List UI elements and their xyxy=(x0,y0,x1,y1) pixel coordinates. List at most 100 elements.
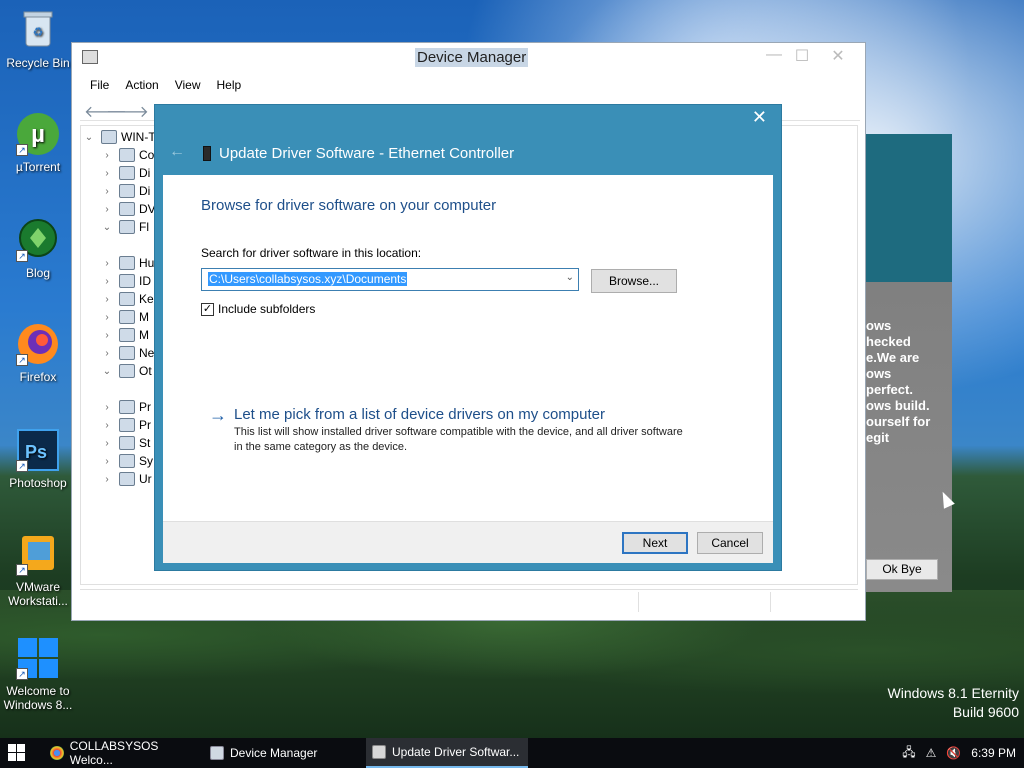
forward-arrow-icon[interactable]: 🡒 xyxy=(106,101,149,122)
driver-path-value[interactable]: C:\Users\collabsysos.xyz\Documents xyxy=(208,272,408,286)
shortcut-arrow-icon: ↗ xyxy=(16,460,28,472)
maximize-icon[interactable]: ☐ xyxy=(788,46,816,66)
collapse-icon[interactable]: ⌄ xyxy=(101,222,113,233)
expand-icon[interactable]: › xyxy=(101,330,113,341)
shortcut-arrow-icon: ↗ xyxy=(16,144,28,156)
device-manager-titlebar[interactable]: Device Manager — ☐ ✕ xyxy=(72,43,865,73)
menu-view[interactable]: View xyxy=(167,76,209,96)
device-category-icon xyxy=(119,202,135,216)
tree-item[interactable]: › Ne xyxy=(101,344,154,362)
desktop-icon-welcome[interactable]: ↗ Welcome to Windows 8... xyxy=(0,636,76,712)
network-devices-icon[interactable]: 🖧 xyxy=(902,743,915,764)
tree-item[interactable]: ⌄ Ot xyxy=(101,362,152,380)
taskbar-item-label: Update Driver Softwar... xyxy=(392,745,520,759)
menu-file[interactable]: File xyxy=(82,76,117,96)
minimize-icon[interactable]: — xyxy=(760,46,788,64)
tree-item[interactable]: › Di xyxy=(101,164,150,182)
tree-item[interactable]: › DV xyxy=(101,200,156,218)
tree-item[interactable]: › Co xyxy=(101,146,154,164)
taskbar-item-label: COLLABSYSOS Welco... xyxy=(69,739,159,767)
tree-item[interactable]: ⌄ Fl xyxy=(101,218,149,236)
device-category-icon xyxy=(119,256,135,270)
network-warning-icon[interactable]: ⚠ xyxy=(926,746,937,760)
taskbar-item-update-driver[interactable]: Update Driver Softwar... xyxy=(366,738,528,768)
expand-icon[interactable]: › xyxy=(101,204,113,215)
cancel-button[interactable]: Cancel xyxy=(697,532,763,554)
expand-icon[interactable]: › xyxy=(101,456,113,467)
svg-text:Ps: Ps xyxy=(25,442,47,462)
taskbar-item-welcome[interactable]: COLLABSYSOS Welco... xyxy=(44,738,202,768)
chevron-down-icon[interactable]: ⌄ xyxy=(566,272,574,283)
next-button[interactable]: Next xyxy=(622,532,688,554)
browse-button[interactable]: Browse... xyxy=(591,269,677,293)
tree-item[interactable]: › M xyxy=(101,326,149,344)
pick-from-list-link[interactable]: Let me pick from a list of device driver… xyxy=(234,406,605,423)
close-icon[interactable]: ✕ xyxy=(752,107,767,128)
expand-icon[interactable]: › xyxy=(101,276,113,287)
expand-icon[interactable]: › xyxy=(101,348,113,359)
taskbar-item-label: Device Manager xyxy=(230,746,318,760)
expand-icon[interactable]: › xyxy=(101,420,113,431)
checkbox-checked-icon[interactable]: ✓ xyxy=(201,302,214,316)
firefox-icon: ↗ xyxy=(16,322,60,366)
dialog-footer: Next Cancel xyxy=(163,521,773,563)
tree-item[interactable]: › Pr xyxy=(101,398,151,416)
shortcut-arrow-icon: ↗ xyxy=(16,564,28,576)
start-button[interactable] xyxy=(8,744,26,762)
chrome-icon xyxy=(50,746,64,760)
tree-item[interactable]: › Sy xyxy=(101,452,153,470)
expand-icon[interactable]: › xyxy=(101,312,113,323)
blog-icon: ↗ xyxy=(16,218,60,262)
tree-root[interactable]: ⌄ WIN-T xyxy=(83,128,156,146)
tree-item[interactable]: › Ur xyxy=(101,470,152,488)
tree-item-label: M xyxy=(139,310,149,324)
desktop-icon-recycle-bin[interactable]: ♻ Recycle Bin xyxy=(0,8,76,70)
clock[interactable]: 6:39 PM xyxy=(971,746,1016,760)
volume-muted-icon[interactable]: 🔇 xyxy=(946,746,961,760)
tree-item[interactable]: › St xyxy=(101,434,150,452)
desktop-icon-utorrent[interactable]: µ ↗ µTorrent xyxy=(0,112,76,174)
driver-path-combobox[interactable]: C:\Users\collabsysos.xyz\Documents ⌄ xyxy=(201,268,579,291)
include-subfolders-checkbox[interactable]: ✓ Include subfolders xyxy=(201,302,315,316)
back-arrow-icon[interactable]: ← xyxy=(169,143,185,161)
expand-icon[interactable]: › xyxy=(101,294,113,305)
watermark-build: Build 9600 xyxy=(952,704,1019,720)
device-category-icon xyxy=(119,274,135,288)
device-category-icon xyxy=(119,346,135,360)
ok-bye-button[interactable]: Ok Bye xyxy=(866,559,938,580)
menu-help[interactable]: Help xyxy=(209,76,250,96)
desktop-icon-photoshop[interactable]: Ps ↗ Photoshop xyxy=(0,428,76,490)
collapse-icon[interactable]: ⌄ xyxy=(83,132,95,143)
tree-item[interactable]: › Di xyxy=(101,182,150,200)
device-category-icon xyxy=(119,292,135,306)
device-category-icon xyxy=(119,220,135,234)
expand-icon[interactable]: › xyxy=(101,258,113,269)
menu-action[interactable]: Action xyxy=(117,76,166,96)
dialog-title: Update Driver Software - Ethernet Contro… xyxy=(219,145,515,162)
device-category-icon xyxy=(119,472,135,486)
taskbar: COLLABSYSOS Welco... Device Manager Upda… xyxy=(0,738,1024,768)
tree-item[interactable]: › Pr xyxy=(101,416,151,434)
tree-item[interactable]: › Ke xyxy=(101,290,154,308)
close-icon[interactable]: ✕ xyxy=(824,46,852,66)
tree-item[interactable]: › Hu xyxy=(101,254,154,272)
expand-icon[interactable]: › xyxy=(101,150,113,161)
expand-icon[interactable]: › xyxy=(101,186,113,197)
desktop-icon-vmware[interactable]: ↗ VMware Workstati... xyxy=(0,532,76,608)
expand-icon[interactable]: › xyxy=(101,402,113,413)
device-category-icon xyxy=(119,454,135,468)
collapse-icon[interactable]: ⌄ xyxy=(101,366,113,377)
expand-icon[interactable]: › xyxy=(101,168,113,179)
expand-icon[interactable]: › xyxy=(101,438,113,449)
device-category-icon xyxy=(119,184,135,198)
tree-item[interactable]: › M xyxy=(101,308,149,326)
tree-root-label: WIN-T xyxy=(121,130,156,144)
desktop-icon-firefox[interactable]: ↗ Firefox xyxy=(0,322,76,384)
taskbar-item-device-manager[interactable]: Device Manager xyxy=(204,738,364,768)
desktop-icon-blog[interactable]: ↗ Blog xyxy=(0,218,76,280)
tree-item[interactable]: › ID xyxy=(101,272,151,290)
shortcut-arrow-icon: ↗ xyxy=(16,668,28,680)
desktop-icon-label: µTorrent xyxy=(15,160,61,174)
expand-icon[interactable]: › xyxy=(101,474,113,485)
tree-item-label: ID xyxy=(139,274,151,288)
